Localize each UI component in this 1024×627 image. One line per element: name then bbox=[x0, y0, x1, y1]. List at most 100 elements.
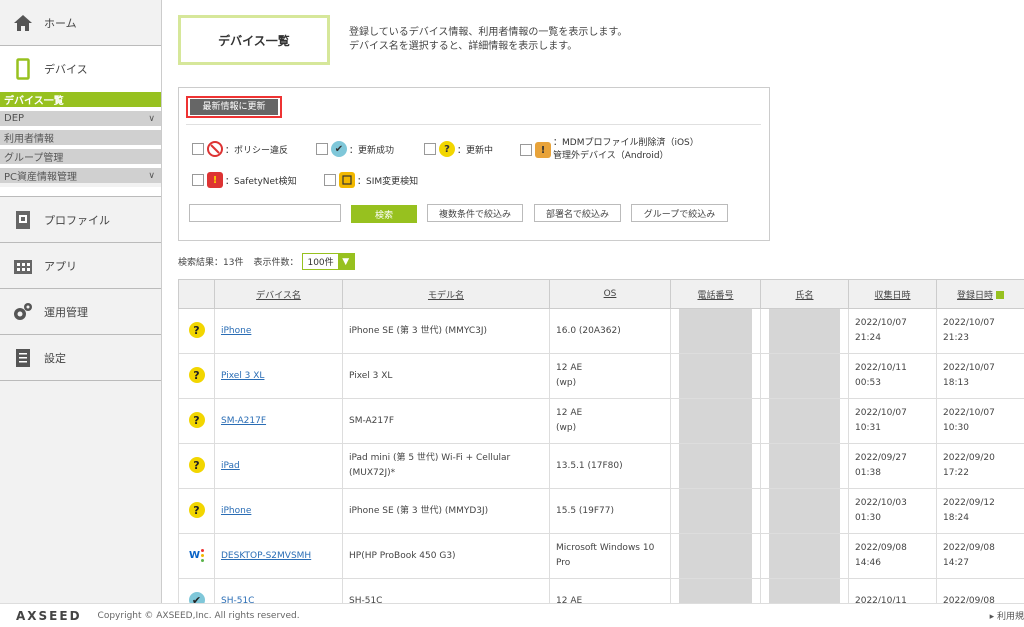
status-label: ：MDMプロファイル削除済（iOS） bbox=[553, 138, 699, 148]
table-row[interactable]: ? iPhone iPhone SE (第 3 世代) (MMYC3J) 16.0 (… bbox=[178, 308, 1024, 354]
description-line: 登録しているデバイス情報、利用者情報の一覧を表示します。 bbox=[349, 27, 628, 38]
main-content: デバイス一覧 登録しているデバイス情報、利用者情報の一覧を表示します。 デバイス… bbox=[163, 0, 1024, 603]
sidebar-subitem-device-list[interactable]: デバイス一覧 bbox=[0, 92, 161, 107]
checkmark-icon: ✔ bbox=[188, 592, 205, 603]
header-registered-label: 登録日時 bbox=[956, 290, 993, 301]
model-cell: HP(HP ProBook 450 G3) bbox=[342, 533, 550, 579]
redaction-bar bbox=[769, 354, 840, 398]
sidebar-subitem-users[interactable]: 利用者情報 bbox=[0, 130, 161, 145]
device-name-link[interactable]: iPhone bbox=[221, 326, 251, 336]
redaction-bar bbox=[679, 309, 752, 353]
search-input[interactable] bbox=[189, 204, 341, 222]
os-cell: 12 AE bbox=[549, 578, 671, 603]
sidebar-subitem-dep[interactable]: DEP ∨ bbox=[0, 111, 161, 126]
sidebar-subitem-groups[interactable]: グループ管理 bbox=[0, 149, 161, 164]
subitem-label: DEP bbox=[4, 113, 25, 124]
status-cell: ? bbox=[178, 443, 215, 489]
safetynet-checkbox[interactable] bbox=[192, 174, 204, 186]
updating-checkbox[interactable] bbox=[424, 143, 436, 155]
update-success-checkbox[interactable] bbox=[316, 143, 328, 155]
user-name-cell bbox=[760, 533, 849, 579]
user-name-cell bbox=[760, 353, 849, 399]
device-name-link[interactable]: SH-51C bbox=[221, 596, 254, 604]
user-name-cell bbox=[760, 443, 849, 489]
registered-cell: 2022/10/07 10:30 bbox=[936, 398, 1024, 444]
sidebar-item-app[interactable]: アプリ bbox=[0, 243, 161, 289]
sidebar-item-device[interactable]: デバイス bbox=[0, 46, 161, 92]
os-cell: 12 AE (wp) bbox=[549, 353, 671, 399]
device-name-link[interactable]: iPad bbox=[221, 461, 240, 471]
sidebar-item-profile[interactable]: プロファイル bbox=[0, 197, 161, 243]
device-name-link[interactable]: DESKTOP-S2MVSMH bbox=[221, 551, 311, 561]
header-device-name[interactable]: デバイス名 bbox=[214, 279, 343, 309]
mdm-removed-checkbox[interactable] bbox=[520, 144, 532, 156]
table-row[interactable]: ? iPad iPad mini (第 5 世代) Wi-Fi + Cellular… bbox=[178, 443, 1024, 489]
filter-mdm-removed: ! ：MDMプロファイル削除済（iOS） 管理外デバイス（Android） bbox=[520, 137, 699, 163]
copyright: Copyright © AXSEED,Inc. All rights reser… bbox=[97, 610, 300, 621]
redaction-bar bbox=[769, 489, 840, 533]
smartphone-icon bbox=[12, 58, 34, 80]
device-name-link[interactable]: iPhone bbox=[221, 506, 251, 516]
registered-cell: 2022/09/20 17:22 bbox=[936, 443, 1024, 489]
header-collected[interactable]: 収集日時 bbox=[848, 279, 937, 309]
sidebar-item-settings[interactable]: 設定 bbox=[0, 335, 161, 381]
sim-change-checkbox[interactable] bbox=[324, 174, 336, 186]
device-name-link[interactable]: SM-A217F bbox=[221, 416, 266, 426]
filter-sim-change: ：SIM変更検知 bbox=[324, 172, 418, 188]
alert-shield-icon: ! bbox=[207, 172, 223, 188]
phone-cell bbox=[670, 443, 761, 489]
header-model-name[interactable]: モデル名 bbox=[342, 279, 550, 309]
document-icon bbox=[12, 347, 34, 369]
group-filter-button[interactable]: グループで絞込み bbox=[631, 204, 728, 222]
redaction-bar bbox=[679, 579, 752, 603]
header-phone[interactable]: 電話番号 bbox=[670, 279, 761, 309]
table-row[interactable]: ? Pixel 3 XL Pixel 3 XL 12 AE (wp) 2022/10/1… bbox=[178, 353, 1024, 399]
terms-link[interactable]: ▸ 利用規 bbox=[990, 609, 1024, 622]
phone-cell bbox=[670, 353, 761, 399]
filter-safetynet: ! ：SafetyNet検知 bbox=[192, 172, 297, 188]
sidebar-item-home[interactable]: ホーム bbox=[0, 0, 161, 46]
result-summary: 検索結果：13件 表示件数： 100件 ▼ bbox=[178, 253, 355, 270]
device-name-cell: DESKTOP-S2MVSMH bbox=[214, 533, 343, 579]
table-row[interactable]: ✔ SH-51C SH-51C 12 AE 2022/10/11 2022/09/08 bbox=[178, 578, 1024, 604]
sidebar-subitem-pc-assets[interactable]: PC資産情報管理 ∨ bbox=[0, 168, 161, 183]
sidebar-item-label: ホーム bbox=[44, 16, 77, 30]
multi-condition-filter-button[interactable]: 複数条件で絞込み bbox=[427, 204, 523, 222]
registered-cell: 2022/09/08 14:27 bbox=[936, 533, 1024, 579]
refresh-button[interactable]: 最新情報に更新 bbox=[186, 96, 282, 118]
phone-cell bbox=[670, 533, 761, 579]
policy-violation-checkbox[interactable] bbox=[192, 143, 204, 155]
sidebar-item-label: 運用管理 bbox=[44, 305, 88, 319]
device-name-link[interactable]: Pixel 3 XL bbox=[221, 371, 264, 381]
table-row[interactable]: ? SM-A217F SM-A217F 12 AE (wp) 2022/10/07 10… bbox=[178, 398, 1024, 444]
sort-indicator-icon bbox=[996, 291, 1004, 299]
table-row[interactable]: ? iPhone iPhone SE (第 3 世代) (MMYD3J) 15.5 (… bbox=[178, 488, 1024, 534]
question-icon: ? bbox=[188, 412, 205, 429]
collected-cell: 2022/09/27 01:38 bbox=[848, 443, 937, 489]
collected-cell: 2022/10/03 01:30 bbox=[848, 488, 937, 534]
app-grid-icon bbox=[12, 255, 34, 277]
collected-cell: 2022/10/07 10:31 bbox=[848, 398, 937, 444]
status-label: ：ポリシー違反 bbox=[225, 145, 289, 156]
header-status bbox=[178, 279, 215, 309]
table-row[interactable]: W DESKTOP-S2MVSMH HP(HP ProBook 450 G3) Mic… bbox=[178, 533, 1024, 579]
device-name-cell: SM-A217F bbox=[214, 398, 343, 444]
device-table: デバイス名 モデル名 OS 電話番号 氏名 収集日時 登録日時 ? iPhone i… bbox=[178, 279, 1024, 603]
header-user-name[interactable]: 氏名 bbox=[760, 279, 849, 309]
sidebar-item-ops[interactable]: 運用管理 bbox=[0, 289, 161, 335]
status-cell: ? bbox=[178, 353, 215, 399]
header-os[interactable]: OS bbox=[549, 279, 671, 309]
per-page-select[interactable]: 100件 ▼ bbox=[302, 253, 355, 270]
page-title: デバイス一覧 bbox=[178, 15, 330, 65]
phone-cell bbox=[670, 398, 761, 444]
model-cell: SH-51C bbox=[342, 578, 550, 603]
mdm-status-text: ：MDMプロファイル削除済（iOS） 管理外デバイス（Android） bbox=[553, 137, 699, 163]
status-cell: W bbox=[178, 533, 215, 579]
registered-cell: 2022/10/07 18:13 bbox=[936, 353, 1024, 399]
sidebar-divider bbox=[0, 187, 161, 197]
department-filter-button[interactable]: 部署名で絞込み bbox=[534, 204, 621, 222]
header-registered[interactable]: 登録日時 bbox=[936, 279, 1024, 309]
redaction-bar bbox=[769, 309, 840, 353]
user-name-cell bbox=[760, 578, 849, 603]
search-button[interactable]: 検索 bbox=[351, 205, 417, 223]
